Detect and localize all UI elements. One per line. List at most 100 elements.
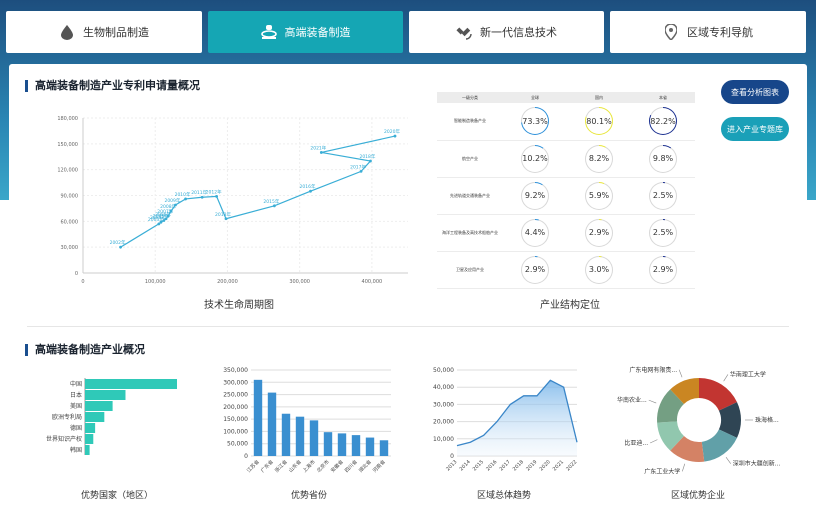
point-label: 2017年 [350,163,366,170]
percent-value: 3.0% [586,256,612,283]
country-label: 美国 [70,402,82,410]
enter-database-button[interactable]: 进入产业专题库 [721,117,789,141]
lifecycle-point [166,214,170,218]
point-label: 2013年 [215,211,231,218]
drop-icon [59,24,75,40]
tab-new-it[interactable]: 新一代信息技术 [409,11,604,53]
lifecycle-point [159,220,163,224]
slice-label: 广东电网有限责... [629,366,677,374]
province-label: 四川省 [343,458,359,474]
countries-chart: 中国日本美国欧洲专利局德国世界知识产权韩国 [46,378,177,455]
point-label: 2012年 [206,188,222,195]
country-bar [85,401,113,411]
content-card: 高端装备制造产业专利申请量概况 0 30,000 60,000 90,000 120,0… [9,64,807,516]
year-label: 2020 [539,459,552,472]
percent-value: 82.2% [650,108,676,135]
companies-chart: 华南理工大学珠海格... 深圳市大疆创新... 广东工业大学 比亚迪... 华南农业..… [617,366,780,476]
country-bar [85,412,105,422]
lifecycle-point [215,194,219,198]
y-tick-label: 200,000 [223,404,248,411]
percent-value: 2.5% [650,182,676,209]
tab-high-end-equipment[interactable]: 高端装备制造 [208,11,403,53]
percent-ring: 2.9% [649,255,677,284]
percent-ring: 2.5% [649,218,677,247]
slice-label: 华南理工大学 [730,370,766,378]
structure-table: 一级分类 全球 国内 本省 智能制造装备产业 73.3% 80.1% 82.2% 航空产… [437,92,695,289]
ring-cell: 80.1% [567,103,631,141]
lifecycle-point [224,217,228,221]
tab-label: 生物制品制造 [83,26,149,39]
slice-label: 广东工业大学 [644,467,680,475]
y-tick-label: 300,000 [223,379,248,386]
province-bar [281,413,291,456]
y-tick-label: 50,000 [227,441,248,448]
y-tick-label: 40,000 [433,384,454,391]
table-header: 国内 [567,92,631,103]
section-title-overview: 高端装备制造产业概况 [25,344,145,356]
country-bar [85,423,96,433]
province-label: 湖北省 [357,458,373,474]
table-row: 卫星及应用产业 2.9% 3.0% 2.9% [437,251,695,289]
x-tick-label: 400,000 [362,279,383,285]
slice-label: 华南农业... [617,396,647,404]
x-tick-label: 100,000 [145,279,166,285]
tab-region-nav[interactable]: 区域专利导航 [610,11,806,53]
year-label: 2016 [485,459,498,472]
lifecycle-point [319,151,323,154]
y-tick-label: 90,000 [61,194,79,200]
lifecycle-point [309,189,312,193]
country-label: 韩国 [70,446,82,454]
y-tick-label: 0 [244,453,248,460]
year-label: 2017 [499,459,512,472]
row-label: 先进轨道交通装备产业 [437,177,503,215]
percent-value: 4.4% [522,219,548,246]
lifecycle-point [184,197,187,201]
lifecycle-caption: 技术生命周期图 [204,300,274,311]
country-label: 德国 [70,424,82,432]
table-header: 一级分类 [437,92,503,103]
percent-value: 73.3% [522,108,548,135]
y-tick-label: 30,000 [61,245,79,251]
y-tick-label: 50,000 [433,367,454,374]
y-tick-label: 350,000 [223,367,248,374]
row-label: 海洋工程装备及高技术船舶产业 [437,214,503,252]
province-label: 上海市 [301,458,317,474]
x-tick-label: 300,000 [289,279,310,285]
percent-ring: 10.2% [521,144,549,173]
country-label: 世界知识产权 [46,435,82,443]
province-bar [337,433,347,456]
percent-value: 2.9% [522,256,548,283]
trend-chart: 010,00020,00030,00040,00050,0002013 2014 2… [433,367,578,472]
y-tick-label: 100,000 [223,428,248,435]
province-label: 浙江省 [273,458,289,474]
ring-cell: 2.5% [631,214,695,252]
province-bar [323,432,333,456]
provinces-caption: 优势省份 [290,491,327,501]
province-bar [253,379,263,456]
label-line [650,439,658,444]
tab-biological[interactable]: 生物制品制造 [6,11,202,53]
percent-value: 9.2% [522,182,548,209]
ring-cell: 4.4% [503,214,567,252]
lifecycle-point [174,203,177,207]
year-label: 2022 [565,459,578,472]
label-line [648,399,657,404]
location-pin-icon [663,24,679,40]
point-label: 2018年 [359,153,375,160]
y-tick-label: 60,000 [61,219,79,225]
lifecycle-chart: 0 30,000 60,000 90,000 120,000 150,000 180,000… [57,116,408,285]
year-label: 2014 [459,459,472,472]
table-header: 全球 [503,92,567,103]
slice-label: 比亚迪... [624,439,648,447]
ring-cell: 9.8% [631,140,695,178]
percent-ring: 5.9% [585,181,613,210]
y-tick-label: 150,000 [223,416,248,423]
percent-ring: 82.2% [649,107,677,136]
lifecycle-point [359,169,363,173]
province-label: 江苏省 [245,458,261,474]
point-label: 2010年 [175,191,191,198]
section-divider [27,326,789,327]
percent-value: 2.5% [650,219,676,246]
view-analysis-button[interactable]: 查看分析图表 [721,80,789,104]
y-tick-label: 180,000 [57,116,78,122]
